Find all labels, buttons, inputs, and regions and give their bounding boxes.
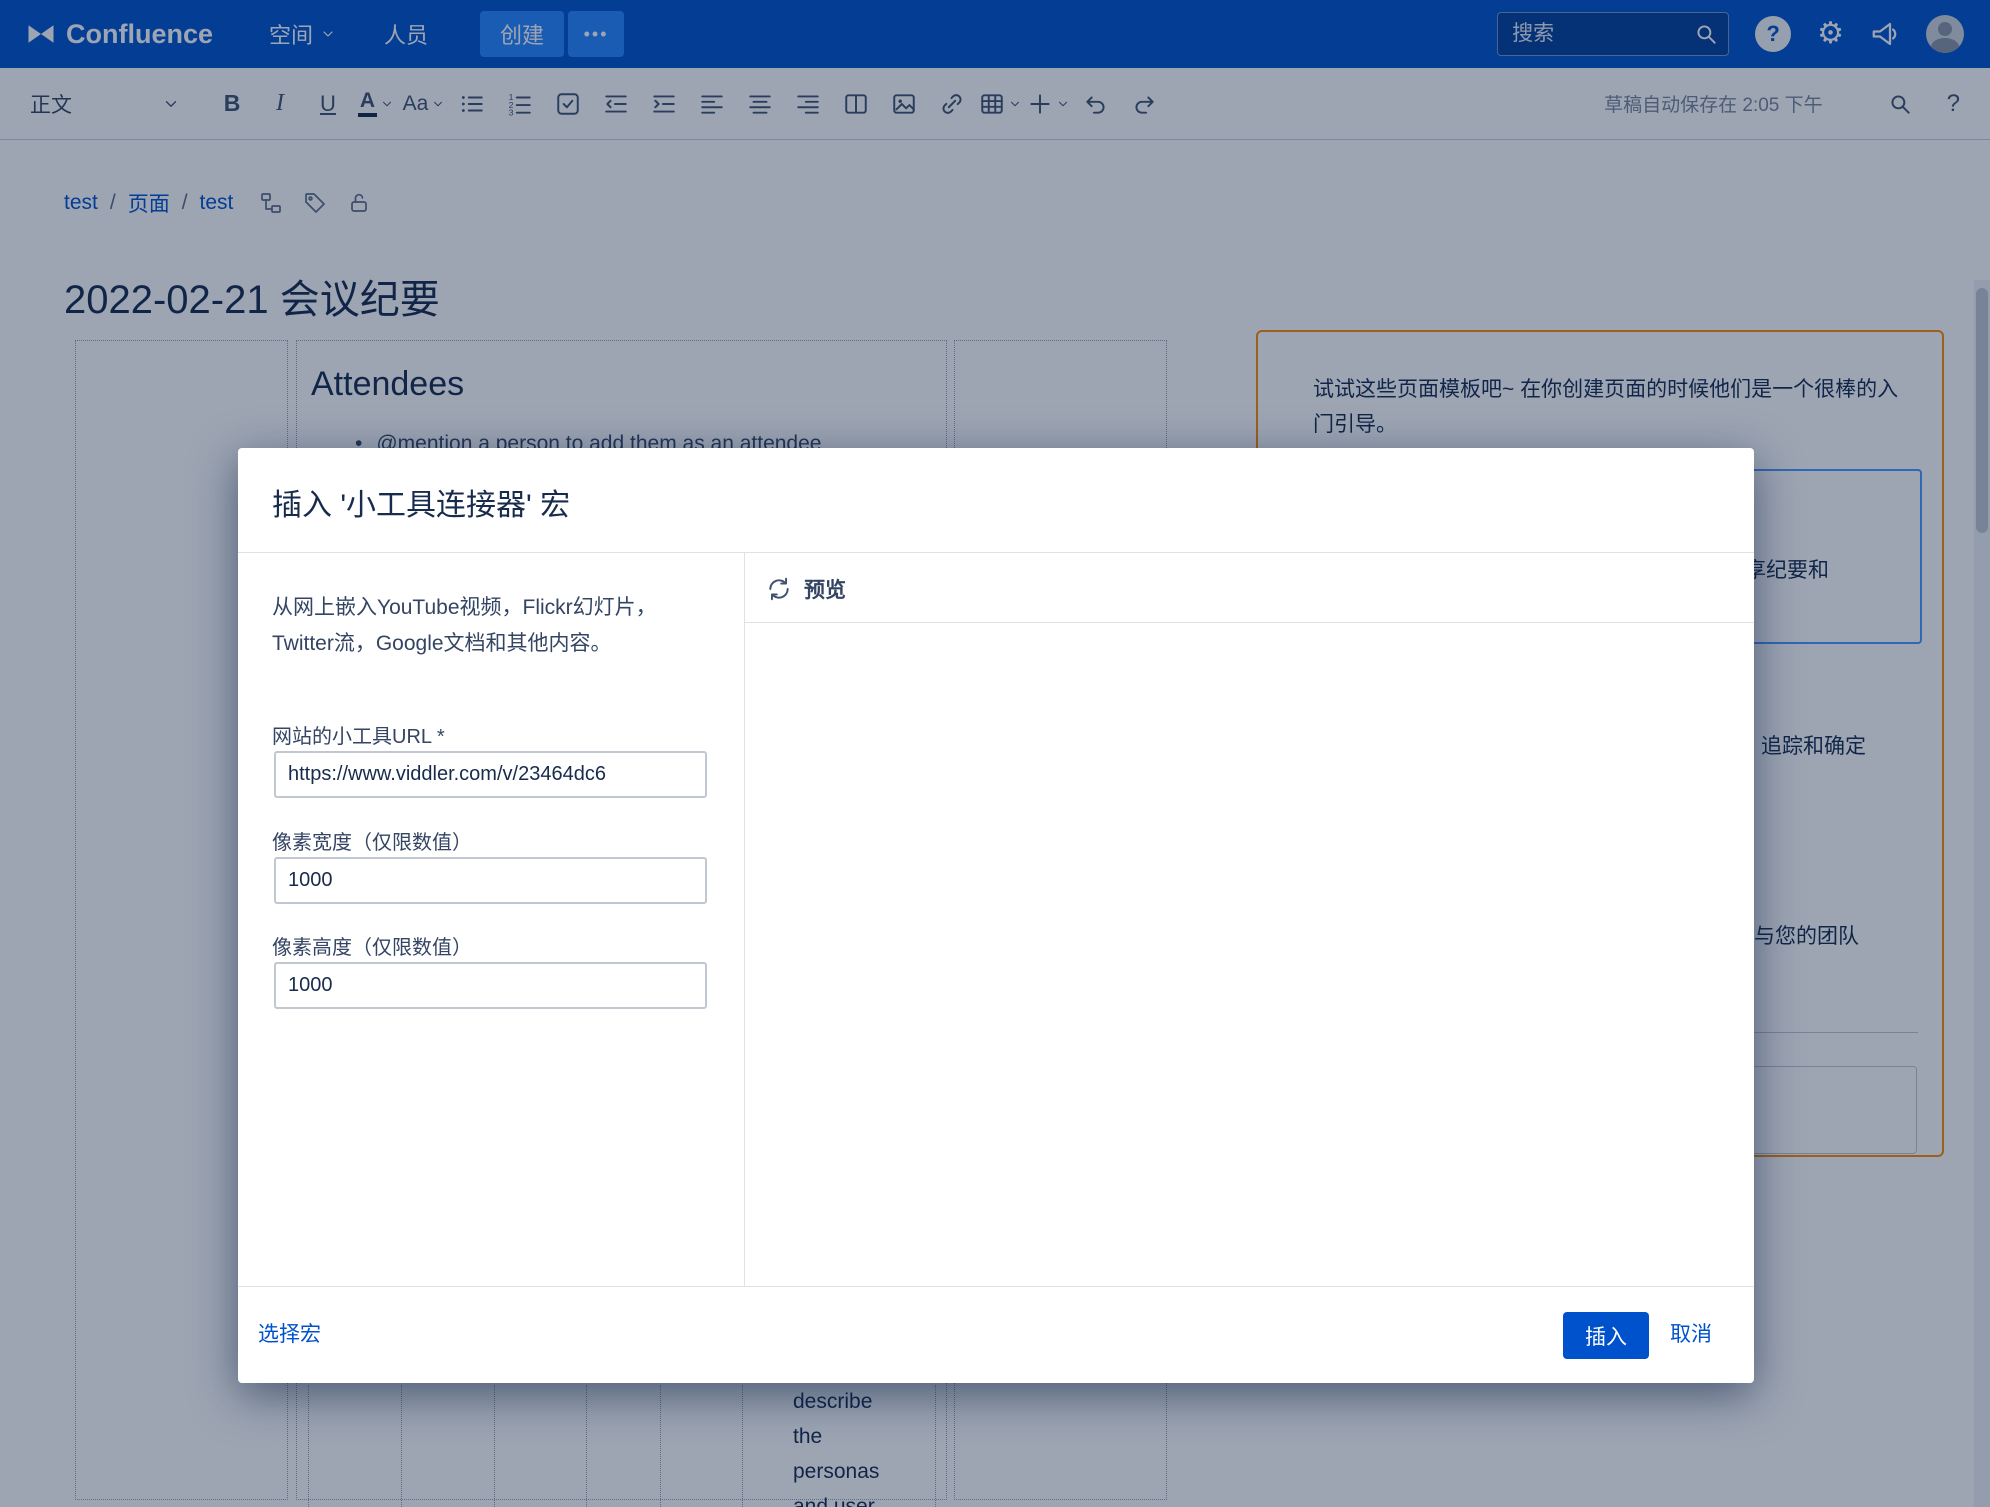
- pixel-height-label: 像素高度（仅限数值）: [272, 931, 472, 960]
- dialog-header-divider: [238, 552, 1754, 553]
- dialog-vertical-divider: [744, 552, 745, 1286]
- select-macro-link[interactable]: 选择宏: [258, 1318, 321, 1348]
- cancel-button[interactable]: 取消: [1670, 1318, 1712, 1348]
- preview-divider: [744, 622, 1754, 623]
- pixel-width-label: 像素宽度（仅限数值）: [272, 826, 472, 855]
- confluence-app: Confluence 空间 人员 创建 ••• ?: [0, 0, 1990, 1507]
- macro-description: 从网上嵌入YouTube视频，Flickr幻灯片，Twitter流，Google…: [272, 590, 714, 662]
- widget-url-label: 网站的小工具URL *: [272, 720, 445, 749]
- dialog-footer-divider: [238, 1286, 1754, 1287]
- pixel-height-input[interactable]: [274, 962, 707, 1009]
- preview-header: 预览: [766, 574, 846, 604]
- preview-label: 预览: [804, 574, 846, 604]
- widget-connector-macro-dialog: 插入 '小工具连接器' 宏 从网上嵌入YouTube视频，Flickr幻灯片，T…: [238, 448, 1754, 1383]
- refresh-icon[interactable]: [766, 576, 792, 602]
- dialog-title: 插入 '小工具连接器' 宏: [272, 480, 570, 524]
- pixel-width-input[interactable]: [274, 857, 707, 904]
- insert-button[interactable]: 插入: [1563, 1312, 1649, 1359]
- widget-url-input[interactable]: [274, 751, 707, 798]
